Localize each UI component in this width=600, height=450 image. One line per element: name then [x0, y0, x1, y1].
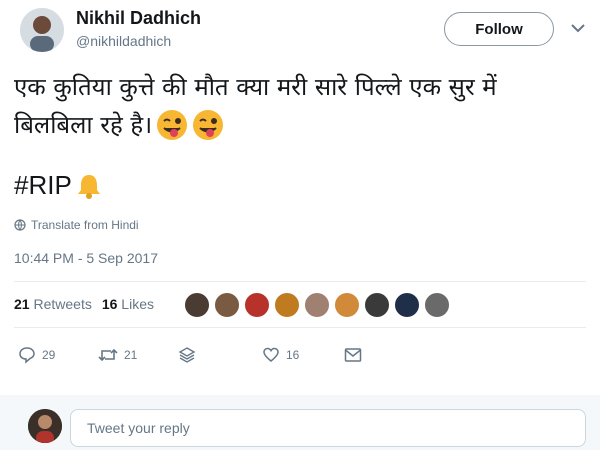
like-action[interactable]: 16 — [262, 344, 299, 366]
heart-icon — [263, 347, 279, 362]
retweets-stat[interactable]: 21 Retweets — [14, 296, 92, 312]
tweet-timestamp[interactable]: 10:44 PM - 5 Sep 2017 — [14, 250, 158, 266]
envelope-icon — [344, 348, 362, 362]
tweet-text-line-1: एक कुतिया कुत्ते की मौत क्या मरी सारे पि… — [14, 73, 497, 101]
follow-button[interactable]: Follow — [444, 12, 554, 46]
author-display-name[interactable]: Nikhil Dadhich — [76, 8, 201, 29]
liker-avatar[interactable] — [364, 292, 390, 318]
liker-avatar[interactable] — [214, 292, 240, 318]
tweet-text-line-2-wrapper: बिलबिला रहे है। — [14, 106, 584, 144]
retweets-label: Retweets — [33, 296, 92, 312]
retweet-count: 21 — [124, 348, 138, 362]
message-action[interactable] — [344, 344, 362, 366]
reply-count: 29 — [42, 348, 56, 362]
liker-avatar[interactable] — [244, 292, 270, 318]
liker-avatar[interactable] — [274, 292, 300, 318]
divider — [14, 327, 586, 328]
liker-avatar[interactable] — [304, 292, 330, 318]
hashtag-rip[interactable]: #RIP — [14, 170, 72, 201]
liker-avatar[interactable] — [394, 292, 420, 318]
retweet-action[interactable]: 21 — [98, 344, 137, 366]
author-handle[interactable]: @nikhildadhich — [76, 33, 171, 49]
author-avatar[interactable] — [20, 8, 64, 52]
retweets-count: 21 — [14, 296, 30, 312]
translate-label: Translate from Hindi — [31, 218, 139, 232]
reply-input[interactable] — [70, 409, 586, 447]
globe-icon — [14, 219, 26, 231]
reply-icon — [19, 347, 35, 364]
current-user-avatar — [28, 409, 62, 443]
liker-avatar[interactable] — [334, 292, 360, 318]
layers-icon — [178, 347, 196, 363]
winking-face-with-tongue-icon — [193, 110, 224, 140]
reply-action[interactable]: 29 — [18, 344, 55, 366]
translate-link[interactable]: Translate from Hindi — [14, 218, 139, 232]
share-action[interactable] — [178, 344, 196, 366]
liker-avatars — [184, 292, 450, 318]
tweet-text-line-2: बिलबिला रहे है। — [14, 111, 153, 139]
like-count: 16 — [286, 348, 300, 362]
likes-count: 16 — [101, 296, 118, 312]
tweet-stats: 21 Retweets 16 Likes — [14, 296, 154, 312]
tweet-header: Nikhil Dadhich @nikhildadhich Follow — [0, 0, 600, 60]
divider — [14, 281, 586, 282]
likes-stat[interactable]: 16 Likes — [102, 296, 154, 312]
winking-face-with-tongue-icon — [157, 110, 188, 140]
retweet-icon — [98, 348, 118, 362]
hashtag-line: #RIP — [14, 170, 102, 201]
likes-label: Likes — [121, 296, 154, 312]
chevron-down-icon[interactable] — [570, 22, 586, 34]
liker-avatar[interactable] — [184, 292, 210, 318]
liker-avatar[interactable] — [424, 292, 450, 318]
bell-icon — [77, 174, 100, 199]
tweet-text: एक कुतिया कुत्ते की मौत क्या मरी सारे पि… — [14, 68, 584, 144]
